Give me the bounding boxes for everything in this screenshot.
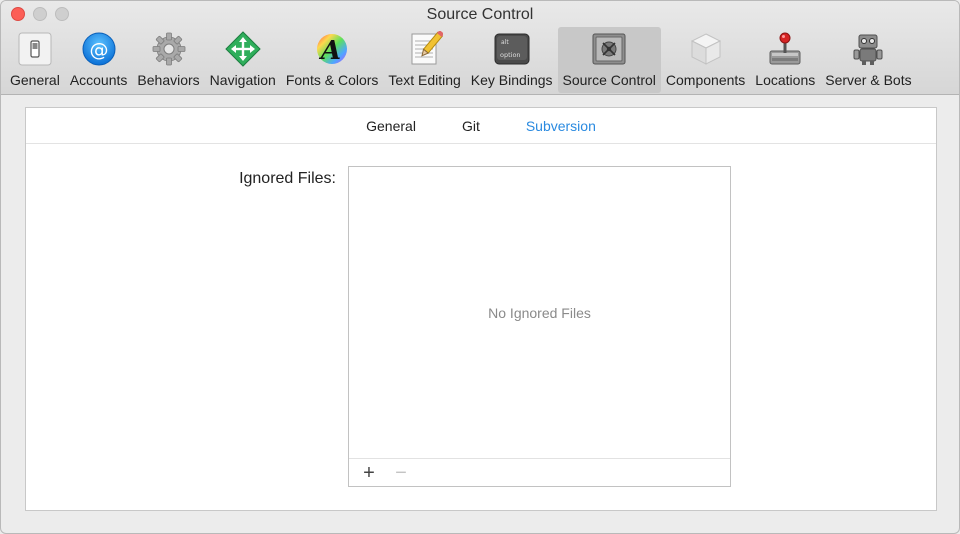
option-key-icon: alt option <box>494 31 530 67</box>
empty-list-text: No Ignored Files <box>488 305 591 321</box>
preferences-toolbar: General @ Accounts Behaviors Navigation … <box>5 27 917 93</box>
toolbar-item-components[interactable]: Components <box>661 27 750 93</box>
tab-general[interactable]: General <box>343 118 439 134</box>
cube-icon <box>688 31 724 67</box>
toolbar-label: Key Bindings <box>470 72 553 88</box>
general-switch-icon <box>17 31 53 67</box>
preferences-window: Source Control General @ Accounts Behavi… <box>0 0 960 534</box>
ignored-files-label: Ignored Files: <box>239 170 336 187</box>
tab-subversion[interactable]: Subversion <box>503 118 619 134</box>
toolbar-label: Behaviors <box>137 72 200 88</box>
toolbar-item-behaviors[interactable]: Behaviors <box>132 27 204 93</box>
robot-icon <box>850 31 886 67</box>
tab-git[interactable]: Git <box>439 118 503 134</box>
add-ignored-file-button[interactable]: + <box>357 463 381 483</box>
toolbar-item-navigation[interactable]: Navigation <box>205 27 281 93</box>
toolbar-label: General <box>10 72 60 88</box>
toolbar-item-general[interactable]: General <box>5 27 65 93</box>
toolbar-label: Fonts & Colors <box>285 72 379 88</box>
toolbar-label: Source Control <box>562 72 656 88</box>
toolbar-item-locations[interactable]: Locations <box>750 27 820 93</box>
toolbar-label: Components <box>665 72 746 88</box>
ignored-files-list[interactable]: No Ignored Files + − <box>348 166 731 487</box>
list-action-bar: + − <box>349 458 730 486</box>
toolbar-item-accounts[interactable]: @ Accounts <box>65 27 133 93</box>
toolbar-item-text-editing[interactable]: Text Editing <box>383 27 465 93</box>
toolbar-item-key-bindings[interactable]: alt option Key Bindings <box>466 27 558 93</box>
toolbar-label: Text Editing <box>388 72 461 88</box>
at-sign-icon: @ <box>81 31 117 67</box>
arrows-diamond-icon <box>225 31 261 67</box>
toolbar-label: Accounts <box>69 72 128 88</box>
vault-icon <box>591 31 627 67</box>
toolbar-item-source-control[interactable]: Source Control <box>557 27 661 93</box>
gear-icon <box>151 31 187 67</box>
subtab-bar: General Git Subversion <box>26 108 936 144</box>
remove-ignored-file-button[interactable]: − <box>389 463 413 483</box>
toolbar-label: Server & Bots <box>825 72 912 88</box>
toolbar-item-fonts-colors[interactable]: A Fonts & Colors <box>281 27 384 93</box>
titlebar: Source Control General @ Accounts Behavi… <box>1 1 959 95</box>
toolbar-label: Locations <box>755 72 816 88</box>
key-option-text: option <box>500 51 521 59</box>
svg-text:A: A <box>318 36 341 66</box>
font-color-icon: A <box>314 31 350 67</box>
window-title: Source Control <box>426 6 534 23</box>
toolbar-label: Navigation <box>209 72 276 88</box>
toolbar-item-server-bots[interactable]: Server & Bots <box>820 27 916 93</box>
source-control-panel: General Git Subversion Ignored Files: No… <box>25 107 937 511</box>
pencil-paper-icon <box>407 31 443 67</box>
joystick-drive-icon <box>767 31 803 67</box>
svg-text:@: @ <box>89 39 108 61</box>
key-alt-text: alt <box>501 39 509 46</box>
